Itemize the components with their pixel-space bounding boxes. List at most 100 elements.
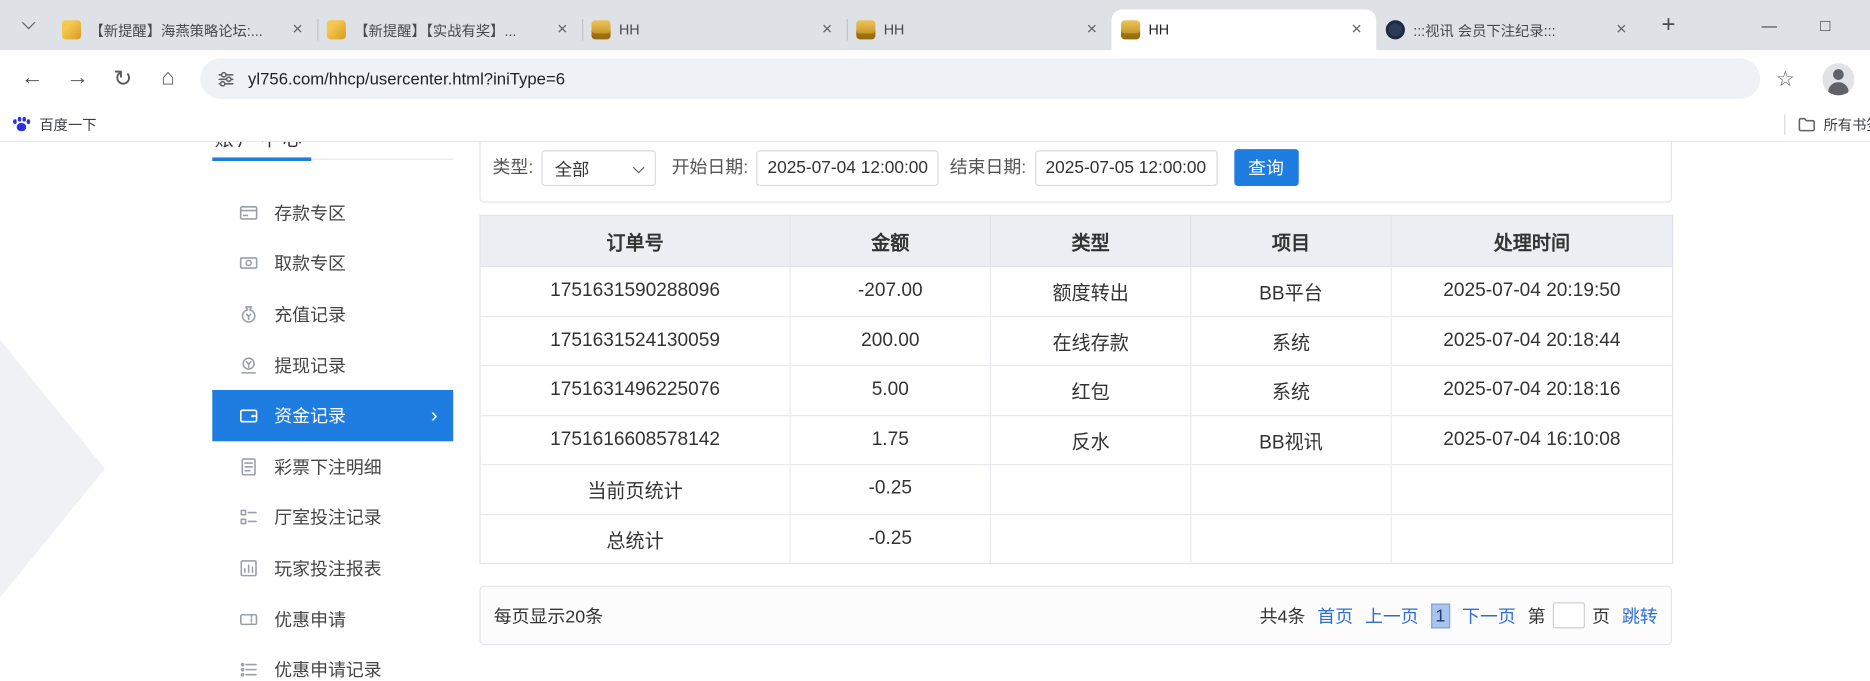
tab-close-icon[interactable]: ×: [287, 20, 307, 40]
bookmarks-bar: 百度一下 所有书签: [0, 107, 1870, 142]
profile-avatar[interactable]: [1822, 63, 1854, 95]
tab-search-button[interactable]: [12, 8, 45, 41]
pagination-current-page[interactable]: 1: [1431, 603, 1450, 628]
sidebar-item[interactable]: 取款专区: [212, 238, 453, 289]
chevron-right-icon: ›: [431, 406, 438, 426]
table-cell: 1751631496225076: [480, 366, 790, 415]
browser-tab[interactable]: HH ×: [582, 10, 847, 51]
table-row: 1751631590288096-207.00额度转出BB平台2025-07-0…: [480, 267, 1673, 316]
tab-title: 【新提醒】【实战有奖】...: [354, 20, 544, 40]
search-button[interactable]: 查询: [1234, 149, 1298, 186]
sidebar-item[interactable]: 资金记录›: [212, 390, 453, 441]
type-label: 类型:: [493, 150, 534, 186]
sidebar-item[interactable]: 优惠申请记录: [212, 644, 453, 681]
cashout-record-icon: [239, 355, 259, 375]
table-cell: 1.75: [790, 415, 990, 464]
browser-tab[interactable]: 【新提醒】【实战有奖】... ×: [317, 10, 582, 51]
table-header-cell: 金额: [790, 215, 990, 266]
total-count-label: 共4条: [1260, 603, 1306, 628]
browser-tab[interactable]: 【新提醒】海燕策略论坛:... ×: [52, 10, 317, 51]
table-header-cell: 订单号: [480, 215, 790, 266]
table-cell: 反水: [990, 415, 1190, 464]
sidebar-item[interactable]: 彩票下注明细: [212, 441, 453, 492]
sidebar-item-label: 取款专区: [274, 251, 346, 276]
home-button[interactable]: ⌂: [148, 58, 189, 99]
sidebar-item-label: 厅室投注记录: [274, 505, 381, 530]
browser-window: 【新提醒】海燕策略论坛:...×【新提醒】【实战有奖】...×HH×HH×HH×…: [0, 0, 1870, 681]
deposit-zone-icon: [239, 202, 259, 222]
sidebar-item[interactable]: 存款专区: [212, 187, 453, 238]
reload-button[interactable]: ↻: [103, 58, 144, 99]
next-page-link[interactable]: 下一页: [1462, 603, 1516, 628]
sidebar-section-title: 账户中心: [212, 142, 453, 160]
sidebar-item-label: 提现记录: [274, 353, 346, 378]
table-cell: 红包: [990, 366, 1190, 415]
table-header-cell: 项目: [1191, 215, 1391, 266]
table-row: 17516166085781421.75反水BB视讯2025-07-04 16:…: [480, 415, 1673, 464]
chevron-down-icon: [633, 162, 645, 174]
new-tab-button[interactable]: +: [1652, 8, 1685, 41]
tab-close-icon[interactable]: ×: [817, 20, 837, 40]
window-controls: — □: [1741, 0, 1853, 50]
hall-bet-record-icon: [239, 507, 259, 527]
sidebar-item[interactable]: 提现记录: [212, 340, 453, 391]
sidebar-item-label: 彩票下注明细: [274, 454, 381, 479]
table-cell: BB视讯: [1191, 415, 1391, 464]
tab-close-icon[interactable]: ×: [1346, 20, 1366, 40]
chevron-down-icon: [22, 16, 35, 29]
forward-button[interactable]: →: [57, 58, 98, 99]
table-cell: [990, 465, 1190, 514]
jump-button[interactable]: 跳转: [1622, 603, 1658, 628]
table-cell: [990, 514, 1190, 563]
bookmarks-overflow[interactable]: 所有书签: [1784, 107, 1870, 140]
sidebar-item[interactable]: 优惠申请: [212, 594, 453, 645]
browser-tab[interactable]: HH×: [847, 10, 1112, 51]
maximize-button[interactable]: □: [1797, 0, 1853, 50]
page-jump-group: 第 页: [1528, 602, 1610, 628]
table-cell: [1391, 465, 1672, 514]
page-jump-input[interactable]: [1553, 602, 1585, 628]
sidebar-item[interactable]: 玩家投注报表: [212, 543, 453, 594]
browser-tab[interactable]: HH ×: [1112, 10, 1377, 51]
sidebar-item[interactable]: 厅室投注记录: [212, 492, 453, 543]
tab-strip-tabs: 【新提醒】海燕策略论坛:...×【新提醒】【实战有奖】...×HH×HH×HH×…: [52, 10, 1641, 51]
pagination-bar: 每页显示20条 共4条 首页 上一页 1 下一页 第 页 跳转: [479, 586, 1672, 646]
address-bar[interactable]: yl756.com/hhcp/usercenter.html?iniType=6: [200, 58, 1760, 99]
back-button[interactable]: ←: [12, 58, 53, 99]
table-cell: 200.00: [790, 316, 990, 365]
end-date-input[interactable]: [1035, 150, 1217, 186]
tab-title: 【新提醒】海燕策略论坛:...: [89, 20, 279, 40]
prev-page-link[interactable]: 上一页: [1365, 603, 1419, 628]
table-cell: -0.25: [790, 514, 990, 563]
sidebar-item[interactable]: 充值记录: [212, 289, 453, 340]
table-cell: 1751631524130059: [480, 316, 790, 365]
bookmark-baidu[interactable]: 百度一下: [12, 114, 97, 134]
table-cell: BB平台: [1191, 267, 1391, 316]
tab-title: HH: [1148, 21, 1338, 38]
promo-apply-icon: [239, 609, 259, 629]
tab-title: HH: [619, 21, 809, 38]
tab-title: :::视讯 会员下注纪录:::: [1413, 20, 1603, 40]
type-select[interactable]: 全部: [542, 150, 656, 186]
sidebar-item-label: 玩家投注报表: [274, 556, 381, 581]
bookmark-star-icon[interactable]: ☆: [1765, 58, 1806, 99]
site-info-icon[interactable]: [217, 70, 235, 88]
minimize-button[interactable]: —: [1741, 0, 1797, 50]
start-date-input[interactable]: [757, 150, 939, 186]
browser-tab[interactable]: :::视讯 会员下注纪录:::×: [1376, 10, 1641, 51]
type-select-value: 全部: [555, 156, 590, 181]
table-row: 17516314962250765.00红包系统2025-07-04 20:18…: [480, 366, 1673, 415]
decorative-triangle: [0, 340, 105, 598]
player-bet-report-icon: [239, 558, 259, 578]
tab-close-icon[interactable]: ×: [1611, 20, 1631, 40]
lottery-bet-detail-icon: [239, 456, 259, 476]
table-cell: 总统计: [480, 514, 790, 563]
table-row: 当前页统计-0.25: [480, 465, 1673, 514]
hh-gold-favicon-icon: [856, 20, 875, 39]
tab-close-icon[interactable]: ×: [1082, 20, 1102, 40]
folder-icon: [1797, 114, 1816, 133]
bookmark-label: 百度一下: [39, 114, 96, 134]
tab-close-icon[interactable]: ×: [552, 20, 572, 40]
first-page-link[interactable]: 首页: [1317, 603, 1353, 628]
table-cell: -207.00: [790, 267, 990, 316]
